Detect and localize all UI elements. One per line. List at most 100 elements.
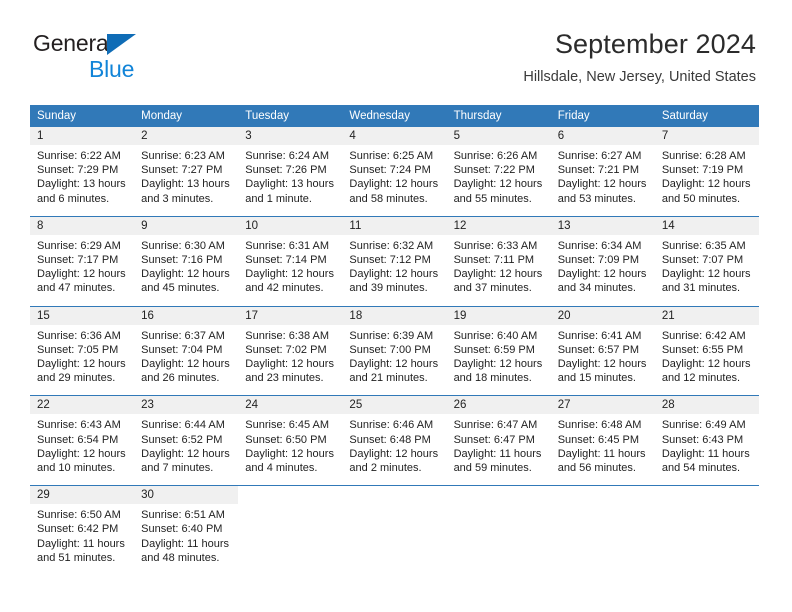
sunrise-text: Sunrise: 6:35 AM xyxy=(661,239,746,252)
day-number[interactable]: 11 xyxy=(342,215,447,235)
day-cell[interactable]: Sunrise: 6:39 AM Sunset: 7:00 PM Dayligh… xyxy=(342,324,447,396)
sunset-text: Sunset: 6:48 PM xyxy=(349,433,431,446)
weekday-header-row: Sunday Monday Tuesday Wednesday Thursday… xyxy=(30,105,759,127)
day-cell[interactable]: Sunrise: 6:27 AM Sunset: 7:21 PM Dayligh… xyxy=(550,145,655,217)
day-cell[interactable]: Sunrise: 6:31 AM Sunset: 7:14 PM Dayligh… xyxy=(238,234,343,307)
weekday-header-thursday: Thursday xyxy=(446,105,551,127)
day-number[interactable]: 3 xyxy=(238,127,343,145)
week-3-info-row: Sunrise: 6:36 AM Sunset: 7:05 PM Dayligh… xyxy=(30,324,759,396)
sunset-text: Sunset: 7:11 PM xyxy=(453,254,535,267)
week-1-info-row: Sunrise: 6:22 AM Sunset: 7:29 PM Dayligh… xyxy=(30,145,759,217)
logo-text-general: General xyxy=(33,30,114,56)
day-number[interactable]: 26 xyxy=(446,395,551,415)
day-number[interactable]: 13 xyxy=(550,215,655,235)
title-block: September 2024 Hillsdale, New Jersey, Un… xyxy=(523,28,756,86)
daylight-text: Daylight: 12 hours and 42 minutes. xyxy=(245,268,334,295)
sunset-text: Sunset: 7:19 PM xyxy=(661,164,744,177)
sunrise-text: Sunrise: 6:22 AM xyxy=(37,150,121,162)
day-cell[interactable]: Sunrise: 6:40 AM Sunset: 6:59 PM Dayligh… xyxy=(446,324,551,396)
weekday-header-saturday: Saturday xyxy=(654,105,759,127)
sunrise-text: Sunrise: 6:48 AM xyxy=(557,419,642,432)
day-number[interactable]: 27 xyxy=(550,395,655,415)
day-number[interactable]: 23 xyxy=(134,395,239,415)
day-cell[interactable]: Sunrise: 6:48 AM Sunset: 6:45 PM Dayligh… xyxy=(550,414,655,486)
daylight-text: Daylight: 12 hours and 29 minutes. xyxy=(37,358,126,385)
sunset-text: Sunset: 6:59 PM xyxy=(453,343,535,356)
sunrise-text: Sunrise: 6:41 AM xyxy=(557,329,642,342)
day-cell[interactable]: Sunrise: 6:51 AM Sunset: 6:40 PM Dayligh… xyxy=(134,504,239,576)
sunset-text: Sunset: 6:40 PM xyxy=(141,523,223,536)
sunset-text: Sunset: 7:22 PM xyxy=(453,164,535,177)
day-cell[interactable]: Sunrise: 6:33 AM Sunset: 7:11 PM Dayligh… xyxy=(446,234,551,307)
day-cell[interactable]: Sunrise: 6:42 AM Sunset: 6:55 PM Dayligh… xyxy=(654,324,759,396)
day-number[interactable]: 8 xyxy=(30,215,135,235)
sunset-text: Sunset: 7:05 PM xyxy=(37,343,119,356)
day-cell[interactable]: Sunrise: 6:34 AM Sunset: 7:09 PM Dayligh… xyxy=(550,234,655,307)
empty-day-cell xyxy=(550,504,655,576)
day-number[interactable]: 12 xyxy=(446,215,551,235)
day-cell[interactable]: Sunrise: 6:26 AM Sunset: 7:22 PM Dayligh… xyxy=(446,145,551,217)
day-number[interactable]: 6 xyxy=(550,127,655,145)
day-number[interactable]: 1 xyxy=(30,127,135,145)
day-number[interactable]: 20 xyxy=(550,305,655,325)
sunset-text: Sunset: 7:24 PM xyxy=(349,164,431,177)
day-number[interactable]: 29 xyxy=(30,485,135,505)
day-number[interactable]: 30 xyxy=(134,485,239,505)
day-cell[interactable]: Sunrise: 6:28 AM Sunset: 7:19 PM Dayligh… xyxy=(654,145,759,217)
sunset-text: Sunset: 6:45 PM xyxy=(557,433,640,446)
week-5-daynumber-row: 29 30 xyxy=(30,485,759,505)
day-number[interactable]: 19 xyxy=(446,305,551,325)
day-cell[interactable]: Sunrise: 6:47 AM Sunset: 6:47 PM Dayligh… xyxy=(446,414,551,486)
daylight-text: Daylight: 13 hours and 6 minutes. xyxy=(37,178,126,205)
sunset-text: Sunset: 6:52 PM xyxy=(141,433,223,446)
daylight-text: Daylight: 12 hours and 18 minutes. xyxy=(453,358,543,385)
week-2-info-row: Sunrise: 6:29 AM Sunset: 7:17 PM Dayligh… xyxy=(30,234,759,307)
day-number[interactable]: 28 xyxy=(654,395,759,415)
day-cell[interactable]: Sunrise: 6:45 AM Sunset: 6:50 PM Dayligh… xyxy=(238,414,343,486)
day-cell[interactable]: Sunrise: 6:37 AM Sunset: 7:04 PM Dayligh… xyxy=(134,324,239,396)
day-number[interactable]: 17 xyxy=(238,305,343,325)
day-cell[interactable]: Sunrise: 6:38 AM Sunset: 7:02 PM Dayligh… xyxy=(238,324,343,396)
day-number[interactable]: 15 xyxy=(30,305,135,325)
day-cell[interactable]: Sunrise: 6:25 AM Sunset: 7:24 PM Dayligh… xyxy=(342,145,447,217)
day-cell[interactable]: Sunrise: 6:35 AM Sunset: 7:07 PM Dayligh… xyxy=(654,234,759,307)
logo-triangle-icon xyxy=(107,34,136,55)
day-cell[interactable]: Sunrise: 6:43 AM Sunset: 6:54 PM Dayligh… xyxy=(30,414,135,486)
day-number[interactable]: 7 xyxy=(654,127,759,145)
sunrise-text: Sunrise: 6:26 AM xyxy=(453,150,538,162)
day-number[interactable]: 21 xyxy=(654,305,759,325)
day-number[interactable]: 22 xyxy=(30,395,135,415)
week-2-daynumber-row: 8 9 10 11 12 13 14 xyxy=(30,215,759,235)
day-cell[interactable]: Sunrise: 6:32 AM Sunset: 7:12 PM Dayligh… xyxy=(342,234,447,307)
day-number[interactable]: 5 xyxy=(446,127,551,145)
day-cell[interactable]: Sunrise: 6:29 AM Sunset: 7:17 PM Dayligh… xyxy=(30,234,135,307)
day-number[interactable]: 9 xyxy=(134,215,239,235)
daylight-text: Daylight: 12 hours and 55 minutes. xyxy=(453,178,543,205)
day-number[interactable]: 24 xyxy=(238,395,343,415)
day-cell[interactable]: Sunrise: 6:41 AM Sunset: 6:57 PM Dayligh… xyxy=(550,324,655,396)
day-number[interactable]: 10 xyxy=(238,215,343,235)
day-cell[interactable]: Sunrise: 6:22 AM Sunset: 7:29 PM Dayligh… xyxy=(30,145,135,217)
day-number[interactable]: 2 xyxy=(134,127,239,145)
day-cell[interactable]: Sunrise: 6:50 AM Sunset: 6:42 PM Dayligh… xyxy=(30,504,135,576)
day-number[interactable]: 16 xyxy=(134,305,239,325)
day-cell[interactable]: Sunrise: 6:49 AM Sunset: 6:43 PM Dayligh… xyxy=(654,414,759,486)
day-cell[interactable]: Sunrise: 6:44 AM Sunset: 6:52 PM Dayligh… xyxy=(134,414,239,486)
weekday-header-monday: Monday xyxy=(134,105,239,127)
day-number[interactable]: 25 xyxy=(342,395,447,415)
daylight-text: Daylight: 12 hours and 4 minutes. xyxy=(245,447,334,475)
day-cell[interactable]: Sunrise: 6:36 AM Sunset: 7:05 PM Dayligh… xyxy=(30,324,135,396)
daylight-text: Daylight: 12 hours and 26 minutes. xyxy=(141,358,230,385)
day-number[interactable]: 14 xyxy=(654,215,759,235)
day-cell[interactable]: Sunrise: 6:24 AM Sunset: 7:26 PM Dayligh… xyxy=(238,145,343,217)
daylight-text: Daylight: 11 hours and 51 minutes. xyxy=(37,537,125,564)
day-number[interactable]: 18 xyxy=(342,305,447,325)
sunrise-text: Sunrise: 6:31 AM xyxy=(245,239,330,252)
day-cell[interactable]: Sunrise: 6:23 AM Sunset: 7:27 PM Dayligh… xyxy=(134,145,239,217)
day-cell[interactable]: Sunrise: 6:46 AM Sunset: 6:48 PM Dayligh… xyxy=(342,414,447,486)
day-cell[interactable]: Sunrise: 6:30 AM Sunset: 7:16 PM Dayligh… xyxy=(134,234,239,307)
day-number[interactable]: 4 xyxy=(342,127,447,145)
sunrise-text: Sunrise: 6:23 AM xyxy=(141,150,225,162)
sunrise-text: Sunrise: 6:30 AM xyxy=(141,239,225,252)
weekday-header-sunday: Sunday xyxy=(30,105,135,127)
